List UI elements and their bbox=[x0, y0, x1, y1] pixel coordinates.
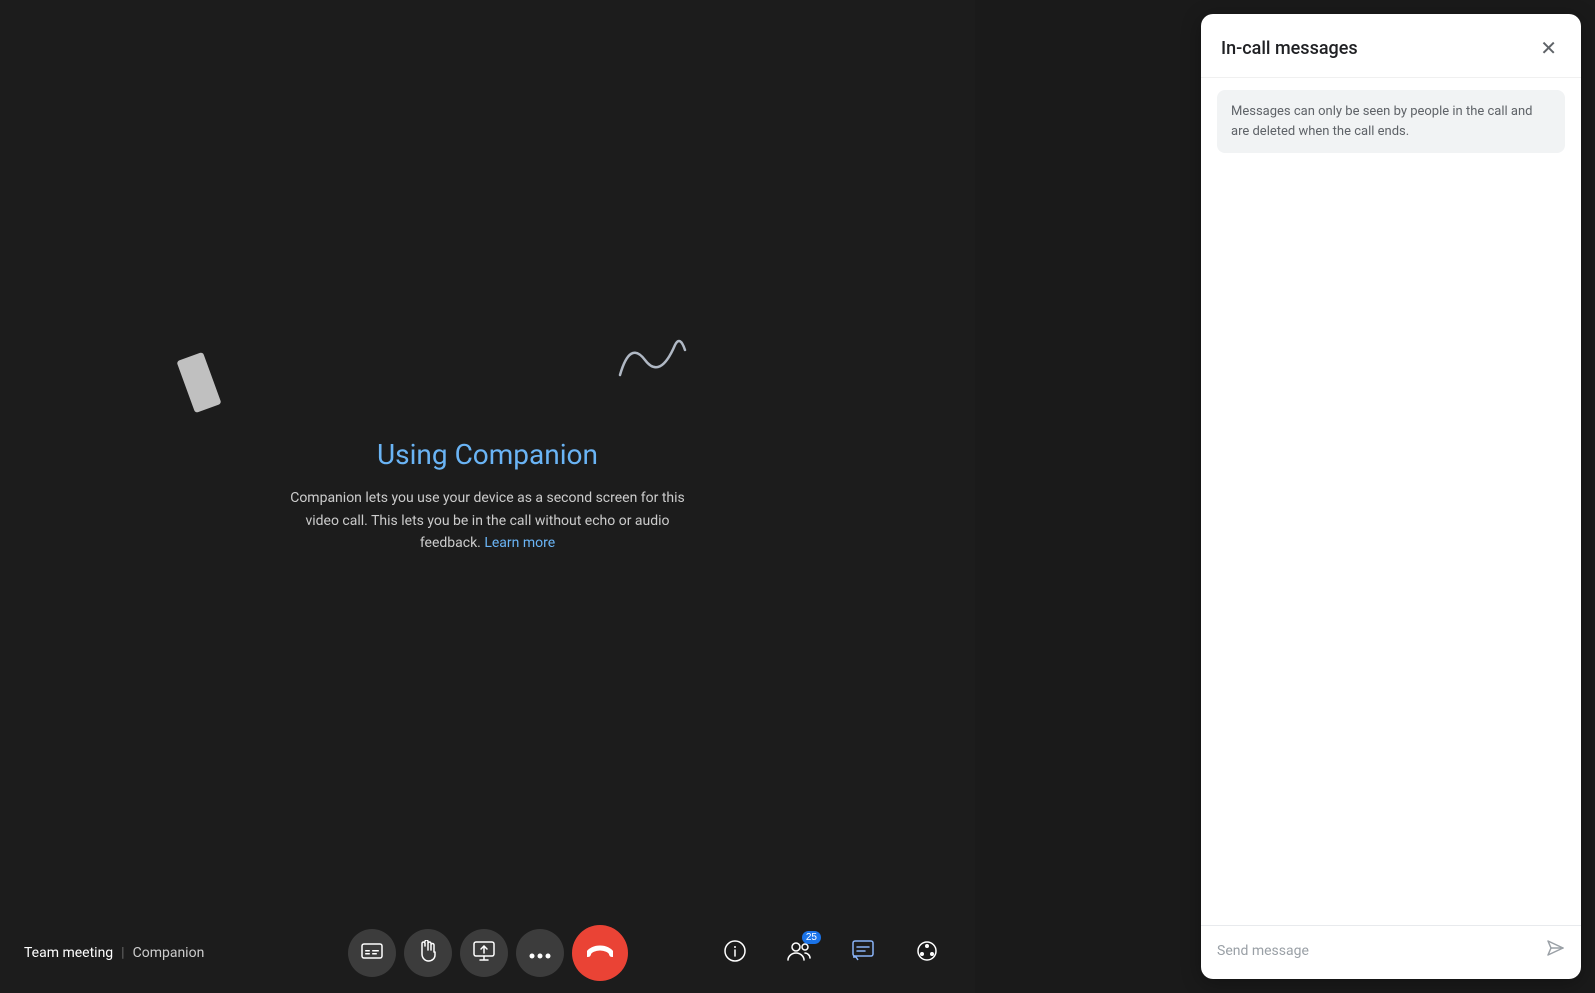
panel-title: In-call messages bbox=[1221, 38, 1358, 59]
more-options-button[interactable] bbox=[516, 929, 564, 977]
activities-icon bbox=[916, 940, 938, 967]
chat-button[interactable] bbox=[839, 929, 887, 977]
messages-area bbox=[1201, 165, 1581, 925]
incall-messages-panel: In-call messages ✕ Messages can only be … bbox=[1201, 14, 1581, 979]
toolbar-center bbox=[348, 925, 628, 981]
panel-header: In-call messages ✕ bbox=[1201, 14, 1581, 78]
companion-mode-label: Companion bbox=[133, 945, 205, 961]
squiggle-decoration bbox=[610, 330, 690, 394]
slash-decoration bbox=[176, 352, 221, 413]
main-video-area: Using Companion Companion lets you use y… bbox=[0, 0, 975, 993]
info-icon bbox=[724, 940, 746, 967]
send-message-button[interactable] bbox=[1545, 938, 1565, 963]
meeting-info-button[interactable] bbox=[711, 929, 759, 977]
message-input-area bbox=[1201, 925, 1581, 979]
close-panel-button[interactable]: ✕ bbox=[1536, 32, 1561, 65]
meeting-label: Team meeting | Companion bbox=[24, 945, 204, 961]
info-banner: Messages can only be seen by people in t… bbox=[1217, 90, 1565, 153]
more-options-icon bbox=[529, 943, 551, 964]
end-call-button[interactable] bbox=[572, 925, 628, 981]
present-button[interactable] bbox=[460, 929, 508, 977]
captions-button[interactable] bbox=[348, 929, 396, 977]
activities-button[interactable] bbox=[903, 929, 951, 977]
bottom-toolbar: Team meeting | Companion bbox=[0, 913, 975, 993]
learn-more-link[interactable]: Learn more bbox=[484, 535, 555, 551]
meeting-title: Team meeting bbox=[24, 945, 113, 961]
send-icon bbox=[1545, 938, 1565, 963]
people-icon bbox=[787, 941, 811, 966]
chat-icon bbox=[852, 940, 874, 967]
raise-hand-button[interactable] bbox=[404, 929, 452, 977]
raise-hand-icon bbox=[418, 940, 438, 967]
people-button[interactable]: 25 bbox=[775, 929, 823, 977]
present-icon bbox=[473, 941, 495, 966]
companion-title: Using Companion bbox=[288, 438, 688, 471]
toolbar-right-controls: 25 bbox=[711, 929, 951, 977]
end-call-icon bbox=[587, 943, 613, 964]
companion-description: Companion lets you use your device as a … bbox=[288, 487, 688, 554]
close-icon: ✕ bbox=[1540, 36, 1557, 61]
companion-info-card: Using Companion Companion lets you use y… bbox=[288, 438, 688, 554]
people-badge: 25 bbox=[802, 931, 821, 944]
message-input[interactable] bbox=[1217, 943, 1537, 959]
separator: | bbox=[121, 945, 124, 961]
captions-icon bbox=[361, 942, 383, 965]
